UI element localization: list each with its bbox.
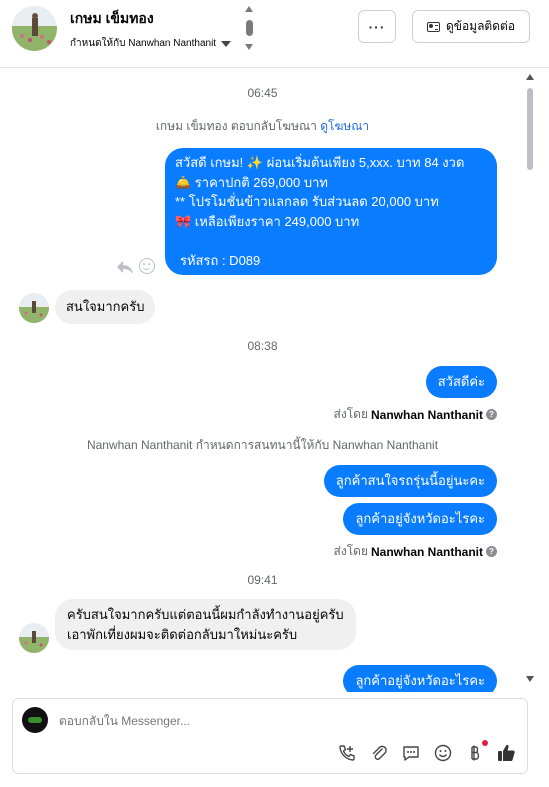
- view-ad-link[interactable]: ดูโฆษณา: [320, 119, 369, 133]
- notification-dot: [482, 740, 488, 746]
- outgoing-message[interactable]: สวัสดีค่ะ: [425, 366, 497, 398]
- outgoing-message[interactable]: ลูกค้าอยู่จังหวัดอะไรคะ: [343, 503, 497, 535]
- reply-input[interactable]: [59, 714, 359, 728]
- incoming-message[interactable]: ครับสนใจมากครับแต่ตอนนี้ผมกำลังทำงานอยู่…: [55, 599, 356, 650]
- scroll-up-icon[interactable]: [526, 74, 534, 80]
- promo-line: ** โปรโมชั่นข้าวแลกลด รับส่วนลด 20,000 บ…: [175, 194, 439, 209]
- promo-line: 🛎️ ราคาปกติ 269,000 บาท: [175, 174, 328, 190]
- ad-reply-note: เกษม เข็มทอง ตอบกลับโฆษณา ดูโฆษณา: [0, 117, 525, 136]
- sent-by-prefix: ส่งโดย: [333, 407, 368, 421]
- call-add-icon[interactable]: [337, 743, 356, 762]
- timestamp: 09:41: [247, 573, 278, 587]
- contact-name[interactable]: เกษม เข็มทอง: [70, 8, 154, 30]
- promo-message-bubble[interactable]: สวัสดี เกษม! ✨ ผ่อนเริ่มต้นเพียง 5,xxx. …: [165, 148, 497, 275]
- contact-avatar[interactable]: [12, 6, 57, 51]
- contact-card-icon: [426, 21, 440, 32]
- sent-by-note: ส่งโดย Nanwhan Nanthanit ?: [334, 405, 497, 424]
- info-icon[interactable]: ?: [486, 409, 497, 420]
- timestamp: 06:45: [247, 86, 278, 100]
- conversation-header: เกษม เข็มทอง กำหนดให้กับ Nanwhan Nanthan…: [0, 0, 549, 68]
- composer-toolbar: [337, 740, 516, 762]
- assign-note: Nanwhan Nanthanit กำหนดการสนทนานี้ให้กับ…: [86, 438, 439, 452]
- view-contact-label: ดูข้อมูลติดต่อ: [445, 19, 516, 33]
- scroll-thumb[interactable]: [527, 88, 533, 170]
- attachment-icon[interactable]: [369, 743, 388, 762]
- sent-by-note: ส่งโดย Nanwhan Nanthanit ?: [334, 542, 497, 561]
- outgoing-message[interactable]: ลูกค้าสนใจรถรุ่นนี้อยู่นะคะ: [323, 465, 497, 497]
- message-line: เอาพักเที่ยงผมจะติดต่อกลับมาใหม่นะครับ: [67, 626, 298, 642]
- thumbs-up-icon[interactable]: [497, 743, 516, 762]
- assigned-label: กำหนดให้กับ Nanwhan Nanthanit: [70, 38, 217, 49]
- scrollbar[interactable]: [525, 70, 535, 686]
- reply-icon[interactable]: [116, 258, 134, 276]
- promo-line: รหัสรถ : D089: [180, 252, 261, 268]
- more-icon: ···: [368, 18, 386, 35]
- assign-dropdown[interactable]: กำหนดให้กับ Nanwhan Nanthanit: [70, 36, 232, 51]
- contact-avatar-small: [19, 623, 49, 653]
- promo-line: [175, 231, 487, 251]
- chevron-updown-icon[interactable]: [244, 6, 254, 50]
- sent-by-name: Nanwhan Nanthanit: [370, 407, 483, 422]
- more-button[interactable]: ···: [358, 10, 396, 43]
- promo-line: 🎀 เหลือเพียงราคา 249,000 บาท: [175, 213, 360, 229]
- caret-down-icon: [221, 40, 232, 47]
- sent-by-name: Nanwhan Nanthanit: [370, 544, 483, 559]
- baht-icon[interactable]: [465, 740, 488, 762]
- composer[interactable]: [12, 698, 528, 774]
- composer-area: [0, 692, 549, 787]
- incoming-message[interactable]: สนใจมากครับ: [55, 290, 156, 324]
- sent-by-prefix: ส่งโดย: [333, 544, 368, 558]
- timestamp: 08:38: [247, 339, 278, 353]
- promo-line: สวัสดี เกษม! ✨ ผ่อนเริ่มต้นเพียง 5,xxx. …: [175, 155, 465, 170]
- view-contact-button[interactable]: ดูข้อมูลติดต่อ: [412, 10, 530, 43]
- message-thread[interactable]: 06:45 เกษม เข็มทอง ตอบกลับโฆษณา ดูโฆษณา …: [0, 68, 549, 692]
- message-line: ครับสนใจมากครับแต่ตอนนี้ผมกำลังทำงานอยู่…: [67, 607, 344, 622]
- page-avatar: [22, 707, 48, 733]
- emoji-icon[interactable]: [433, 743, 452, 762]
- contact-avatar-small: [19, 293, 49, 323]
- reaction-icon[interactable]: [139, 258, 155, 274]
- info-icon[interactable]: ?: [486, 546, 497, 557]
- outgoing-message[interactable]: ลูกค้าอยู่จังหวัดอะไรคะ: [343, 665, 497, 692]
- saved-reply-icon[interactable]: [401, 743, 420, 762]
- scroll-down-icon[interactable]: [526, 676, 534, 682]
- ad-reply-text: เกษม เข็มทอง ตอบกลับโฆษณา: [155, 119, 317, 133]
